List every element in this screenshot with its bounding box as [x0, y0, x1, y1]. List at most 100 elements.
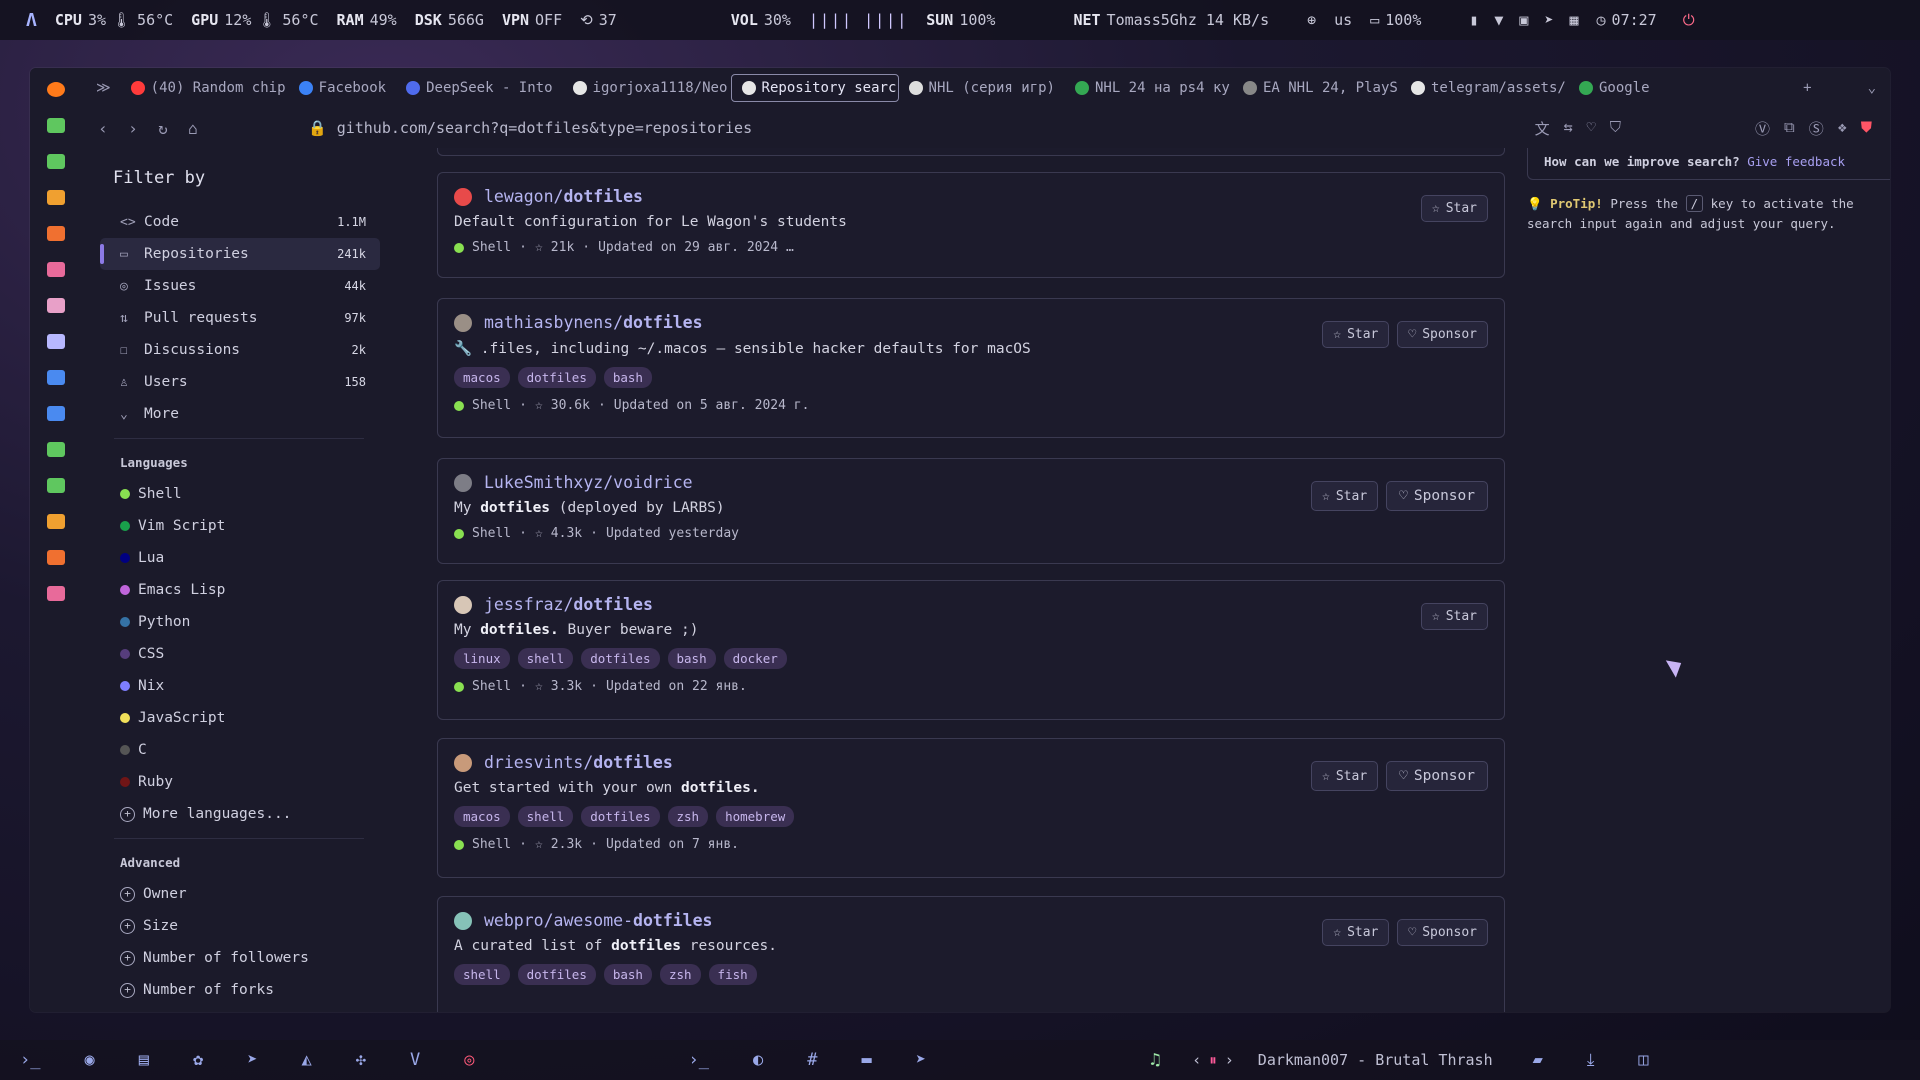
language-filter-item[interactable]: CSS — [100, 638, 380, 670]
repo-stars[interactable]: 4.3k — [551, 526, 582, 541]
sponsor-button[interactable]: ♡ Sponsor — [1397, 321, 1488, 348]
network-widget[interactable]: NET Tomass5Ghz 14 KB/s — [1073, 11, 1269, 29]
advanced-followers[interactable]: + Number of followers — [100, 942, 380, 974]
filter-issues[interactable]: ◎ Issues 44k — [100, 270, 380, 302]
terminal-icon[interactable]: ›_ — [20, 1050, 40, 1070]
new-tab-icon[interactable]: + — [1803, 80, 1811, 96]
sponsor-button[interactable]: ♡ Sponsor — [1386, 761, 1488, 791]
folder-icon[interactable] — [47, 442, 65, 457]
advanced-size[interactable]: + Size — [100, 910, 380, 942]
star-button[interactable]: ☆ Star — [1311, 761, 1379, 791]
chevron-down-icon[interactable]: ⌄ — [1868, 80, 1876, 96]
topic-tag[interactable]: homebrew — [716, 806, 795, 827]
tab-telegram-assets[interactable]: telegram/assets/ — [1401, 74, 1569, 102]
topic-tag[interactable]: shell — [454, 964, 510, 985]
globe-icon[interactable]: ⊕ — [1307, 11, 1316, 29]
language-filter-item[interactable]: JavaScript — [100, 702, 380, 734]
workspaces-widget[interactable]: |||| |||| — [809, 11, 908, 29]
folder-icon[interactable] — [47, 190, 65, 205]
home-icon[interactable]: ⌂ — [178, 119, 208, 138]
reload-icon[interactable]: ↻ — [148, 119, 178, 138]
folder-icon[interactable] — [47, 298, 65, 313]
app-icon[interactable]: ✿ — [193, 1050, 203, 1070]
tab-list-icon[interactable]: ≫ — [96, 80, 111, 96]
advanced-owner[interactable]: + Owner — [100, 878, 380, 910]
app-extension-icon[interactable]: ❖ — [1838, 118, 1847, 139]
folder-icon[interactable] — [47, 514, 65, 529]
phone-icon[interactable]: ▮ — [1469, 11, 1478, 29]
folder-icon[interactable] — [47, 334, 65, 349]
filter-repositories[interactable]: ▭ Repositories 241k — [100, 238, 380, 270]
pinterest-icon[interactable]: ◎ — [464, 1050, 474, 1070]
updates-widget[interactable]: ⟲ 37 — [580, 11, 617, 29]
url-field[interactable]: 🔒 github.com/search?q=dotfiles&type=repo… — [308, 119, 752, 137]
prev-track-icon[interactable]: ‹ — [1192, 1051, 1201, 1069]
vpn-extension-icon[interactable]: Ⓥ — [1755, 118, 1770, 139]
language-filter-item[interactable]: Emacs Lisp — [100, 574, 380, 606]
settings-icon[interactable]: ✣ — [356, 1050, 366, 1070]
tab-ea-nhl[interactable]: EA NHL 24, PlayS — [1233, 74, 1401, 102]
language-filter-item[interactable]: Shell — [100, 478, 380, 510]
folder-window-icon[interactable]: ▬ — [861, 1050, 871, 1070]
clock-widget[interactable]: ◷ 07:27 — [1597, 11, 1657, 29]
vpn-widget[interactable]: VPN OFF — [502, 11, 562, 29]
download-icon[interactable]: ⤓ — [1587, 1050, 1595, 1070]
translate-icon[interactable]: 文 — [1535, 118, 1550, 139]
filter-pull-requests[interactable]: ⇅ Pull requests 97k — [100, 302, 380, 334]
repo-title-link[interactable]: lewagon/dotfiles — [454, 187, 1488, 206]
star-button[interactable]: ☆ Star — [1322, 321, 1390, 348]
repo-title-link[interactable]: jessfraz/dotfiles — [454, 595, 1488, 614]
star-button[interactable]: ☆ Star — [1420, 195, 1488, 222]
pause-icon[interactable]: ⏸ — [1209, 1051, 1217, 1069]
tab-deepseek[interactable]: DeepSeek - Into — [396, 74, 562, 102]
wifi-icon[interactable]: ▼ — [1494, 11, 1503, 29]
chat-icon[interactable]: ▰ — [1533, 1050, 1543, 1070]
topic-tag[interactable]: fish — [708, 964, 757, 985]
folder-icon[interactable] — [47, 586, 65, 601]
topic-tag[interactable]: docker — [723, 648, 787, 669]
topic-tag[interactable]: shell — [517, 806, 574, 827]
star-button[interactable]: ☆ Star — [1322, 919, 1390, 946]
language-filter-item[interactable]: Ruby — [100, 766, 380, 798]
calendar-icon[interactable]: ▦ — [1569, 11, 1578, 29]
filter-discussions[interactable]: ☐ Discussions 2k — [100, 334, 380, 366]
firefox-icon[interactable] — [47, 82, 65, 97]
tab-facebook[interactable]: Facebook — [289, 74, 396, 102]
firefox-window-icon[interactable]: ◐ — [753, 1050, 763, 1070]
star-button[interactable]: ☆ Star — [1311, 481, 1379, 511]
topic-tag[interactable]: dotfiles — [581, 806, 660, 827]
language-filter-item[interactable]: Python — [100, 606, 380, 638]
topic-tag[interactable]: bash — [603, 367, 652, 388]
folder-icon[interactable] — [47, 550, 65, 565]
volume-widget[interactable]: VOL 30% — [731, 11, 791, 29]
tab-repository-search[interactable]: Repository searc — [730, 74, 899, 102]
arch-logo-icon[interactable]: Λ — [26, 10, 37, 31]
files-icon[interactable]: ▤ — [139, 1050, 149, 1070]
repo-stars[interactable]: 2.3k — [551, 837, 582, 852]
ublock-icon[interactable]: ⛊ — [1861, 118, 1872, 139]
folder-icon[interactable] — [47, 154, 65, 169]
language-filter-item[interactable]: Nix — [100, 670, 380, 702]
give-feedback-link[interactable]: Give feedback — [1747, 154, 1845, 169]
extensions-icon[interactable]: ⧉ — [1784, 118, 1795, 139]
folder-icon[interactable] — [47, 226, 65, 241]
keyboard-layout[interactable]: us — [1334, 11, 1352, 29]
sponsor-button[interactable]: ♡ Sponsor — [1386, 481, 1488, 511]
sponsor-button[interactable]: ♡ Sponsor — [1397, 919, 1488, 946]
repo-stars[interactable]: 30.6k — [551, 398, 590, 413]
folder-icon[interactable] — [47, 262, 65, 277]
vivaldi-icon[interactable]: V — [410, 1050, 420, 1070]
folder-icon[interactable] — [47, 118, 65, 133]
topic-tag[interactable]: dotfiles — [517, 964, 596, 985]
topic-tag[interactable]: shell — [517, 648, 574, 669]
brightness-widget[interactable]: SUN 100% — [926, 11, 995, 29]
sync-extension-icon[interactable]: Ⓢ — [1809, 118, 1824, 139]
terminal-window-icon[interactable]: ›_ — [688, 1050, 708, 1070]
topic-tag[interactable]: bash — [603, 964, 652, 985]
app-tray-icon[interactable]: ▣ — [1519, 11, 1528, 29]
repo-stars[interactable]: 21k — [551, 240, 574, 255]
topic-tag[interactable]: macos — [454, 367, 510, 388]
topic-tag[interactable]: bash — [667, 648, 716, 669]
refresh-app-icon[interactable]: ◉ — [84, 1050, 94, 1070]
folder-icon[interactable] — [47, 370, 65, 385]
